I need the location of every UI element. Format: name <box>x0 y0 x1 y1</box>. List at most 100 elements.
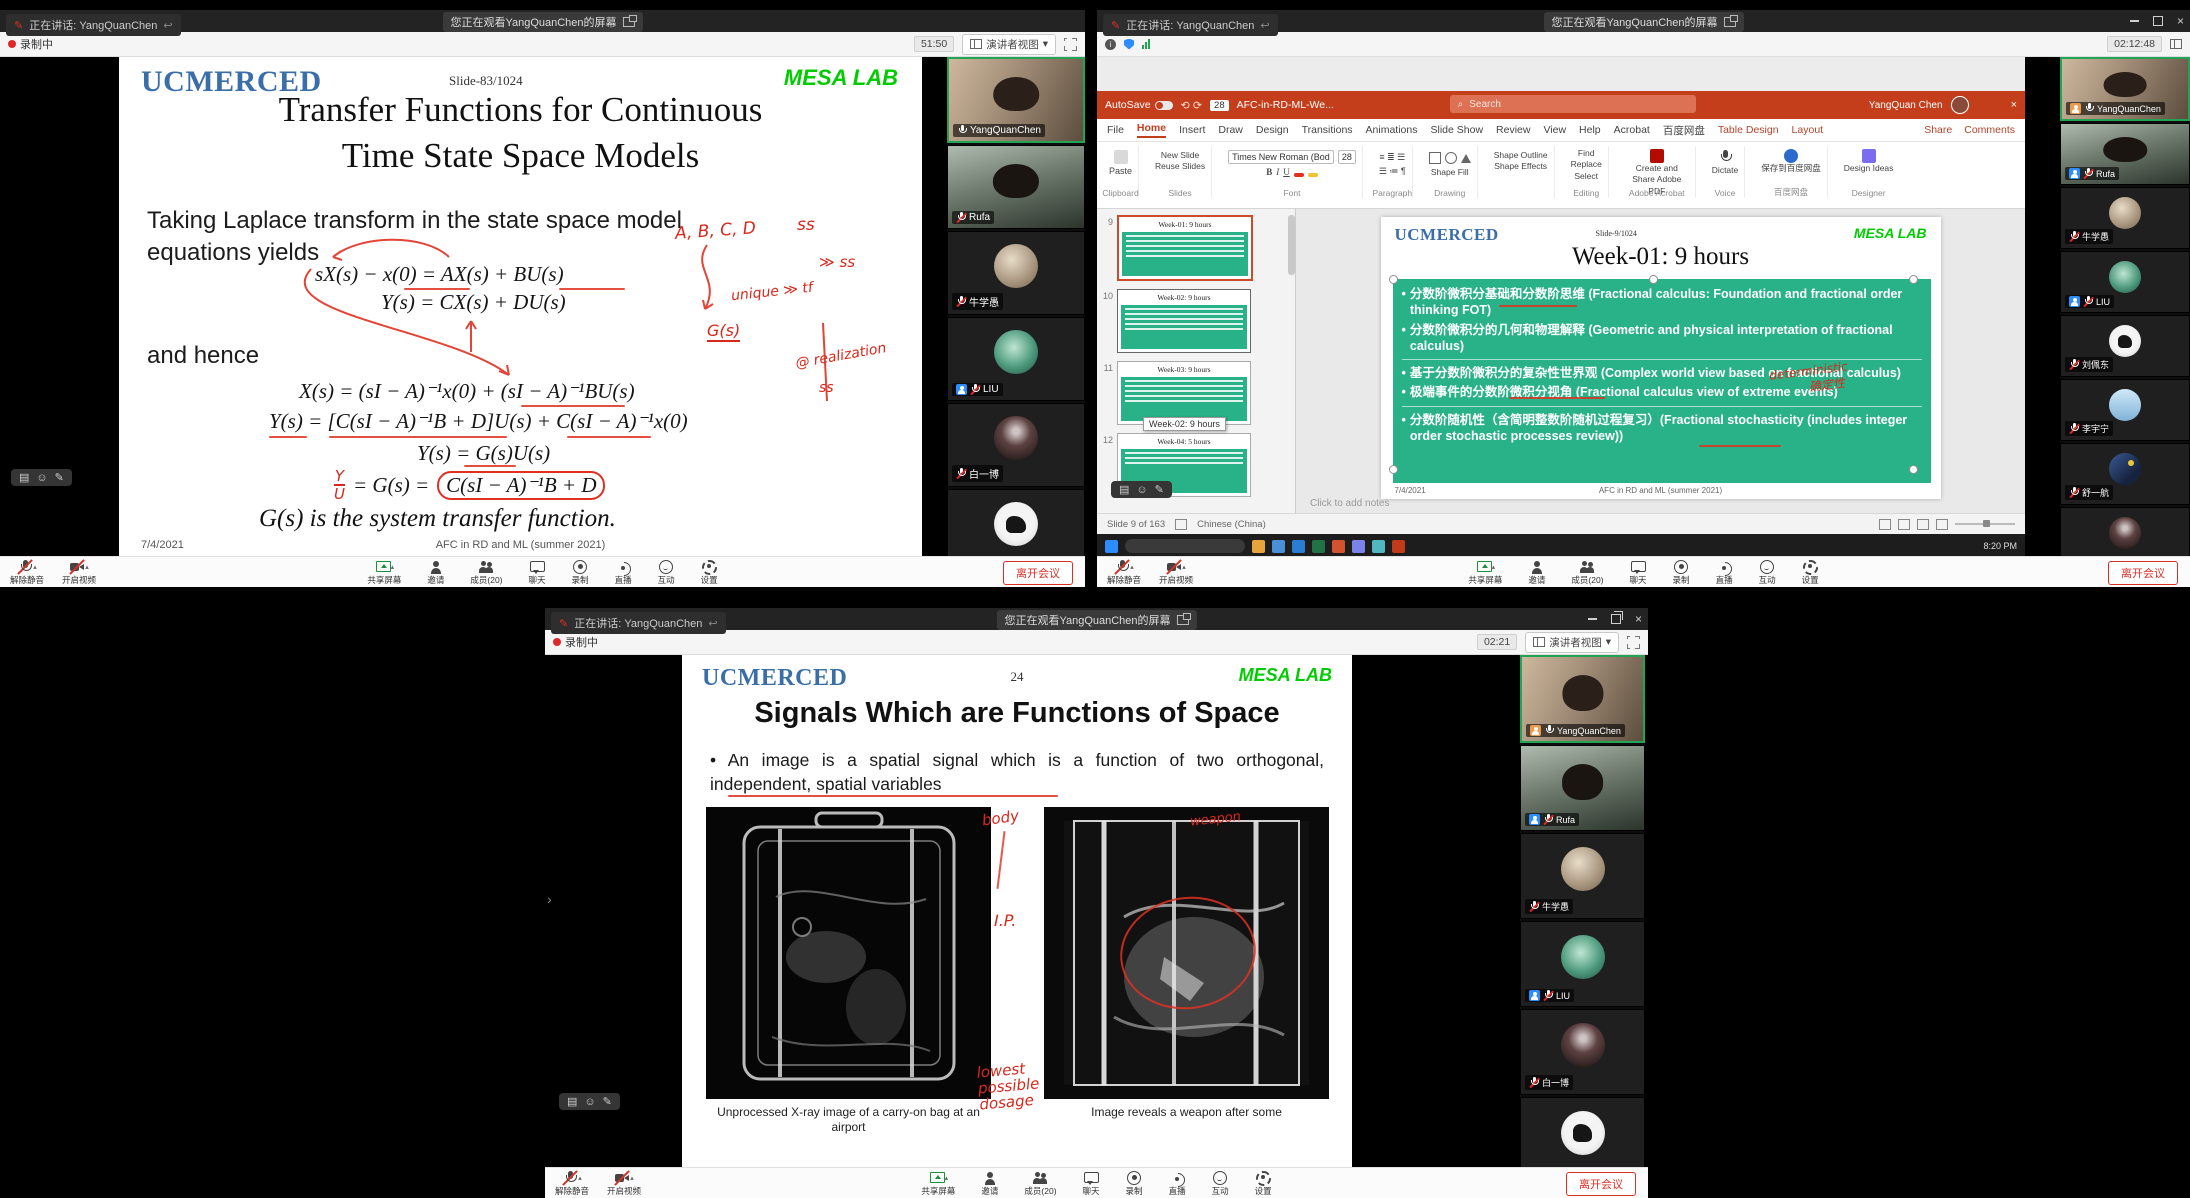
settings-button[interactable]: 设置 <box>1255 1171 1272 1196</box>
participant-tile[interactable]: ∨ <box>1520 1097 1645 1167</box>
participants-button[interactable]: 成员(20) <box>1024 1171 1056 1196</box>
group-shape-styles[interactable]: Shape Outline Shape Effects <box>1488 146 1555 198</box>
start-video-button[interactable]: ▴开启视频 <box>607 1171 641 1196</box>
maximize-button[interactable] <box>2153 16 2163 26</box>
participant-tile[interactable]: 白一博 <box>1520 1009 1645 1095</box>
reading-view-icon[interactable] <box>1917 519 1929 530</box>
draw-icon[interactable]: ✎ <box>1155 483 1164 496</box>
comments-button[interactable]: Comments <box>1964 124 2015 136</box>
start-video-button[interactable]: ▴开启视频 <box>1159 560 1193 585</box>
menu-insert[interactable]: Insert <box>1179 124 1205 136</box>
status-language[interactable]: Chinese (China) <box>1197 519 1266 530</box>
taskbar-app-icon[interactable] <box>1372 540 1385 553</box>
participant-tile[interactable]: LIU <box>947 317 1085 401</box>
annotation-mini-toolbar[interactable]: ▤ ☺ ✎ <box>11 469 72 486</box>
content-box[interactable]: •分数阶微积分基础和分数阶思维 (Fractional calculus: Fo… <box>1393 279 1931 483</box>
menu-view[interactable]: View <box>1543 124 1566 136</box>
thumbnail-slide-11[interactable]: 11 Week-03: 9 hours <box>1101 361 1291 425</box>
share-screen-button[interactable]: ▴共享屏幕 <box>367 560 401 585</box>
settings-button[interactable]: 设置 <box>1802 560 1819 585</box>
unmute-button[interactable]: ▴解除静音 <box>555 1171 589 1196</box>
chat-button[interactable]: 聊天 <box>1630 560 1647 585</box>
menu-acrobat[interactable]: Acrobat <box>1614 124 1650 136</box>
popout-icon[interactable] <box>1177 615 1189 625</box>
thumbnail-slide-10[interactable]: 10 Week-02: 9 hours <box>1101 289 1291 353</box>
group-clipboard[interactable]: Paste Clipboard <box>1103 146 1139 198</box>
quick-access-toolbar[interactable]: ⟲ ⟳ 28 <box>1181 99 1229 112</box>
participant-tile[interactable]: YangQuanChen <box>2060 57 2190 121</box>
group-baidu[interactable]: 保存到百度网盘 百度网盘 <box>1755 146 1828 198</box>
ppt-canvas[interactable]: UCMERCED Slide-9/1024 MESA LAB Week-01: … <box>1296 209 2025 513</box>
gallery-icon[interactable]: ▤ <box>1119 483 1129 496</box>
participant-tile[interactable]: Rufa <box>2060 123 2190 185</box>
taskbar-app-icon[interactable] <box>1252 540 1265 553</box>
reactions-button[interactable]: 互动 <box>658 560 675 585</box>
menu-review[interactable]: Review <box>1496 124 1530 136</box>
font-size-box[interactable]: 28 <box>1338 150 1356 164</box>
start-video-button[interactable]: ▴开启视频 <box>62 560 96 585</box>
font-name-box[interactable]: Times New Roman (Bod <box>1228 150 1334 164</box>
popout-icon[interactable] <box>1724 17 1736 27</box>
participants-button[interactable]: 成员(20) <box>1571 560 1603 585</box>
group-font[interactable]: Times New Roman (Bod 28 B I U Font <box>1222 146 1363 198</box>
thumbnail-scrollbar[interactable] <box>1288 215 1295 275</box>
participant-tile[interactable]: 牛学愚 <box>2060 187 2190 249</box>
unmute-button[interactable]: ▴解除静音 <box>10 560 44 585</box>
speaker-view-button[interactable]: 演讲者视图▾ <box>1525 632 1619 653</box>
participant-tile[interactable]: YangQuanChen <box>947 57 1085 143</box>
slide-thumbnail-panel[interactable]: 9 Week-01: 9 hours 10 Week-02: 9 hours 1… <box>1097 209 1296 513</box>
live-button[interactable]: 直播 <box>1716 560 1733 585</box>
close-button[interactable]: × <box>2177 14 2184 28</box>
bold-button[interactable]: B <box>1266 167 1272 177</box>
invite-button[interactable]: 邀请 <box>981 1171 998 1196</box>
ppt-close-button[interactable]: × <box>2011 99 2017 111</box>
fullscreen-icon[interactable] <box>1064 38 1077 51</box>
annotation-mini-toolbar[interactable]: ▤ ☺ ✎ <box>1111 481 1172 498</box>
reactions-button[interactable]: 互动 <box>1759 560 1776 585</box>
participant-tile[interactable]: LIU <box>1520 921 1645 1007</box>
taskbar-app-icon[interactable] <box>1332 540 1345 553</box>
share-button[interactable]: Share <box>1924 124 1952 136</box>
meeting-info-icon[interactable]: i <box>1105 39 1116 50</box>
menu-file[interactable]: File <box>1107 124 1124 136</box>
slideshow-icon[interactable] <box>1936 519 1948 530</box>
taskbar-app-icon[interactable] <box>1392 540 1405 553</box>
participant-tile[interactable]: ∨ <box>947 489 1085 556</box>
menu-draw[interactable]: Draw <box>1218 124 1243 136</box>
slide-sorter-icon[interactable] <box>1898 519 1910 530</box>
restore-button[interactable] <box>1611 614 1621 624</box>
unmute-button[interactable]: ▴解除静音 <box>1107 560 1141 585</box>
settings-button[interactable]: 设置 <box>701 560 718 585</box>
participant-tile[interactable]: 牛学愚 <box>1520 833 1645 919</box>
group-drawing[interactable]: Shape Fill Drawing <box>1423 146 1478 198</box>
group-designer[interactable]: Design Ideas Designer <box>1838 146 1900 198</box>
group-adobe[interactable]: Create and Share Adobe PDF Adobe Acrobat <box>1619 146 1696 198</box>
back-icon[interactable]: ↩ <box>163 19 172 32</box>
share-screen-button[interactable]: ▴共享屏幕 <box>921 1171 955 1196</box>
account-avatar[interactable] <box>1951 96 1969 114</box>
record-button[interactable]: 录制 <box>572 560 589 585</box>
thumbnail-slide-9[interactable]: 9 Week-01: 9 hours <box>1101 215 1291 281</box>
participants-button[interactable]: 成员(20) <box>470 560 502 585</box>
taskbar-app-icon[interactable] <box>1312 540 1325 553</box>
participant-tile[interactable]: 牛学愚 <box>947 231 1085 315</box>
invite-button[interactable]: 邀请 <box>1528 560 1545 585</box>
menu-help[interactable]: Help <box>1579 124 1601 136</box>
menu-layout[interactable]: Layout <box>1792 124 1824 136</box>
minimize-button[interactable] <box>1588 618 1597 620</box>
taskbar-app-icon[interactable] <box>1352 540 1365 553</box>
group-paragraph[interactable]: ≡ ≣ ☰ ☰ ≔ ¶ Paragraph <box>1373 146 1413 198</box>
taskbar-search[interactable] <box>1125 539 1245 553</box>
zoom-slider[interactable] <box>1955 523 2015 525</box>
participant-tile[interactable]: Rufa <box>1520 745 1645 831</box>
reaction-icon[interactable]: ☺ <box>584 1096 595 1108</box>
autosave-toggle[interactable]: AutoSave <box>1105 99 1173 111</box>
menu-slideshow[interactable]: Slide Show <box>1431 124 1484 136</box>
participant-tile[interactable]: 白一博 <box>947 403 1085 487</box>
windows-taskbar[interactable]: 8:20 PM <box>1097 534 2025 556</box>
ppt-slide[interactable]: UCMERCED Slide-9/1024 MESA LAB Week-01: … <box>1381 217 1941 499</box>
sidebar-expand-arrow[interactable]: › <box>547 891 552 907</box>
record-button[interactable]: 录制 <box>1673 560 1690 585</box>
group-voice[interactable]: Dictate Voice <box>1706 146 1745 198</box>
normal-view-icon[interactable] <box>1879 519 1891 530</box>
